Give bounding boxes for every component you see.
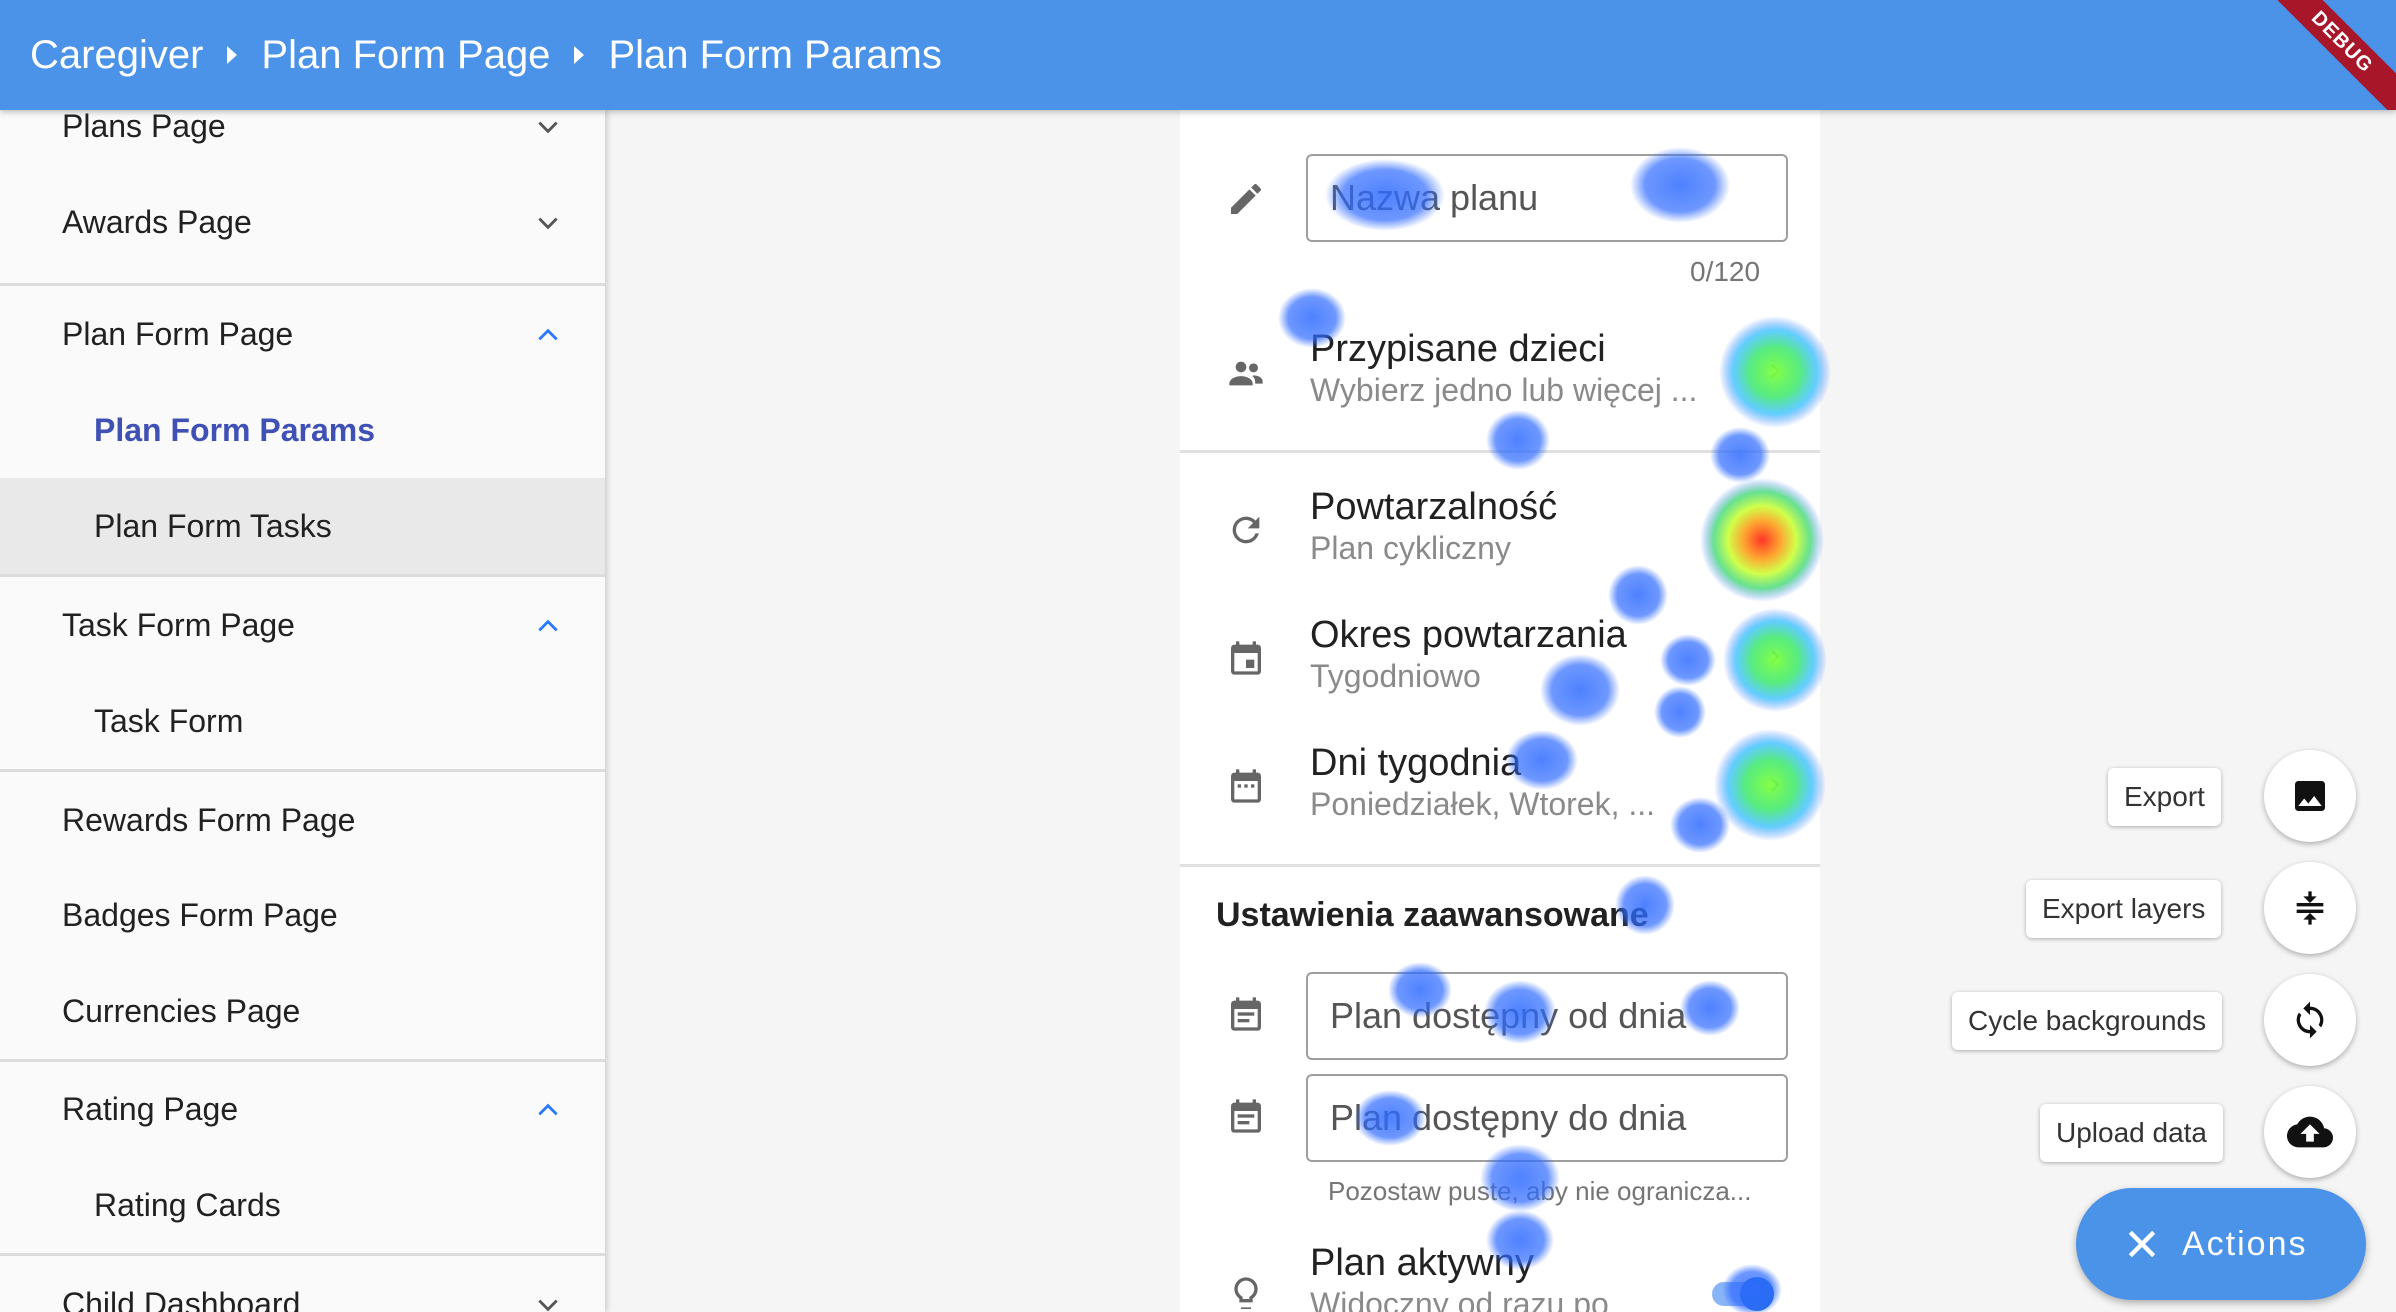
form-divider [1180, 864, 1820, 867]
refresh-icon [1232, 516, 1260, 544]
export-layers-label[interactable]: Export layers [2026, 880, 2222, 938]
calendar-icon [1231, 997, 1261, 1031]
image-icon [2295, 781, 2325, 811]
plan-active-subtitle: Widoczny od razu po [1310, 1286, 1609, 1312]
sidebar-item-rewards-form-page[interactable]: Rewards Form Page [0, 772, 605, 868]
plan-name-placeholder: Nazwa planu [1330, 177, 1539, 218]
sidebar-item-label: Plan Form Tasks [94, 507, 332, 544]
plan-name-field[interactable]: Nazwa planu [1306, 154, 1788, 242]
available-to-placeholder: Plan dostępny do dnia [1330, 1097, 1687, 1138]
sidebar-item-label: Awards Page [62, 203, 252, 240]
assigned-children-subtitle: Wybierz jedno lub więcej ... [1310, 372, 1698, 408]
plan-active-title: Plan aktywny [1310, 1242, 1534, 1284]
sidebar-item-plan-form-tasks[interactable]: Plan Form Tasks [0, 478, 605, 574]
available-from-field[interactable]: Plan dostępny od dnia [1306, 972, 1788, 1060]
sidebar: Plans Page Awards Page Plan Form Page Pl… [0, 110, 605, 1312]
chevron-up-icon[interactable] [535, 1097, 561, 1123]
cycle-icon [2296, 1001, 2324, 1039]
breadcrumb-separator-icon [227, 46, 238, 64]
breadcrumb: Caregiver Plan Form Page Plan Form Param… [30, 0, 942, 110]
breadcrumb-item-plan-form-params[interactable]: Plan Form Params [608, 33, 941, 78]
sidebar-item-label: Plans Page [62, 110, 226, 144]
calendar-icon [1231, 1099, 1261, 1133]
breadcrumb-item-caregiver[interactable]: Caregiver [30, 33, 203, 78]
cycle-backgrounds-button[interactable] [2264, 974, 2356, 1066]
sidebar-item-label: Plan Form Params [94, 411, 375, 448]
date-helper-text: Pozostaw puste, aby nie ogranicza... [1328, 1176, 1752, 1206]
breadcrumb-item-plan-form-page[interactable]: Plan Form Page [261, 33, 550, 78]
weekdays-subtitle: Poniedziałek, Wtorek, ... [1310, 786, 1656, 822]
plan-form: Nazwa planu 0/120 Przypisane dzieci Wybi… [1180, 110, 1820, 1312]
repeat-period-title: Okres powtarzania [1310, 614, 1627, 656]
sidebar-item-plans-page[interactable]: Plans Page [0, 110, 605, 174]
repeat-period-subtitle: Tygodniowo [1310, 658, 1481, 694]
repeatability-title: Powtarzalność [1310, 486, 1558, 528]
chevron-up-icon[interactable] [535, 613, 561, 639]
sidebar-item-label: Plan Form Page [62, 315, 294, 352]
export-button[interactable] [2264, 750, 2356, 842]
sidebar-item-label: Badges Form Page [62, 896, 338, 933]
actions-fab[interactable]: Actions [2076, 1188, 2366, 1300]
chevron-right-icon [1771, 778, 1780, 792]
close-icon [2128, 1230, 2156, 1258]
sidebar-item-plan-form-page[interactable]: Plan Form Page [0, 286, 605, 382]
upload-data-label[interactable]: Upload data [2040, 1104, 2224, 1162]
chevron-right-icon [1771, 650, 1780, 664]
sidebar-item-label: Child Dashboard [62, 1285, 301, 1312]
sidebar-item-awards-page[interactable]: Awards Page [0, 174, 605, 270]
form-divider [1180, 450, 1820, 453]
plan-active-switch[interactable] [1740, 1277, 1774, 1311]
app-bar: Caregiver Plan Form Page Plan Form Param… [0, 0, 2396, 110]
actions-fab-label: Actions [2182, 1224, 2308, 1263]
sidebar-item-label: Rewards Form Page [62, 801, 356, 838]
sidebar-item-rating-page[interactable]: Rating Page [0, 1061, 605, 1157]
advanced-settings-title: Ustawienia zaawansowane [1216, 896, 1649, 934]
sidebar-item-task-form-page[interactable]: Task Form Page [0, 577, 605, 673]
cloud-upload-icon [2287, 1116, 2333, 1148]
sidebar-item-currencies-page[interactable]: Currencies Page [0, 963, 605, 1059]
sidebar-item-label: Task Form [94, 702, 244, 739]
chevron-up-icon[interactable] [535, 322, 561, 348]
sidebar-item-child-dashboard[interactable]: Child Dashboard [0, 1256, 605, 1312]
sidebar-item-badges-form-page[interactable]: Badges Form Page [0, 867, 605, 963]
cycle-backgrounds-label[interactable]: Cycle backgrounds [1952, 992, 2223, 1050]
upload-data-button[interactable] [2264, 1086, 2356, 1178]
chevron-down-icon[interactable] [535, 114, 561, 140]
people-icon [1229, 361, 1263, 386]
export-label[interactable]: Export [2108, 768, 2221, 826]
available-from-placeholder: Plan dostępny od dnia [1330, 995, 1687, 1036]
calendar-icon [1231, 641, 1261, 675]
sidebar-item-label: Task Form Page [62, 606, 295, 643]
sidebar-item-label: Rating Cards [94, 1186, 281, 1223]
calendar-dots-icon [1231, 769, 1261, 803]
sidebar-item-rating-cards[interactable]: Rating Cards [0, 1157, 605, 1253]
export-layers-button[interactable] [2264, 862, 2356, 954]
sidebar-item-label: Rating Page [62, 1090, 239, 1127]
lightbulb-icon [1234, 1277, 1258, 1309]
breadcrumb-separator-icon [574, 46, 585, 64]
chevron-right-icon [1771, 364, 1780, 378]
sidebar-item-label: Currencies Page [62, 992, 301, 1029]
sidebar-item-task-form[interactable]: Task Form [0, 673, 605, 769]
plan-name-counter: 0/120 [1690, 256, 1761, 287]
sidebar-item-plan-form-params[interactable]: Plan Form Params [0, 382, 605, 478]
assigned-children-title: Przypisane dzieci [1310, 328, 1606, 370]
debug-banner: DEBUG [2252, 0, 2396, 110]
weekdays-title: Dni tygodnia [1310, 742, 1522, 784]
pencil-icon [1231, 183, 1262, 214]
chevron-down-icon[interactable] [535, 1292, 561, 1312]
layers-compress-icon [2296, 891, 2324, 925]
available-to-field[interactable]: Plan dostępny do dnia [1306, 1074, 1788, 1162]
repeatability-subtitle: Plan cykliczny [1310, 530, 1511, 566]
chevron-down-icon[interactable] [535, 210, 561, 236]
